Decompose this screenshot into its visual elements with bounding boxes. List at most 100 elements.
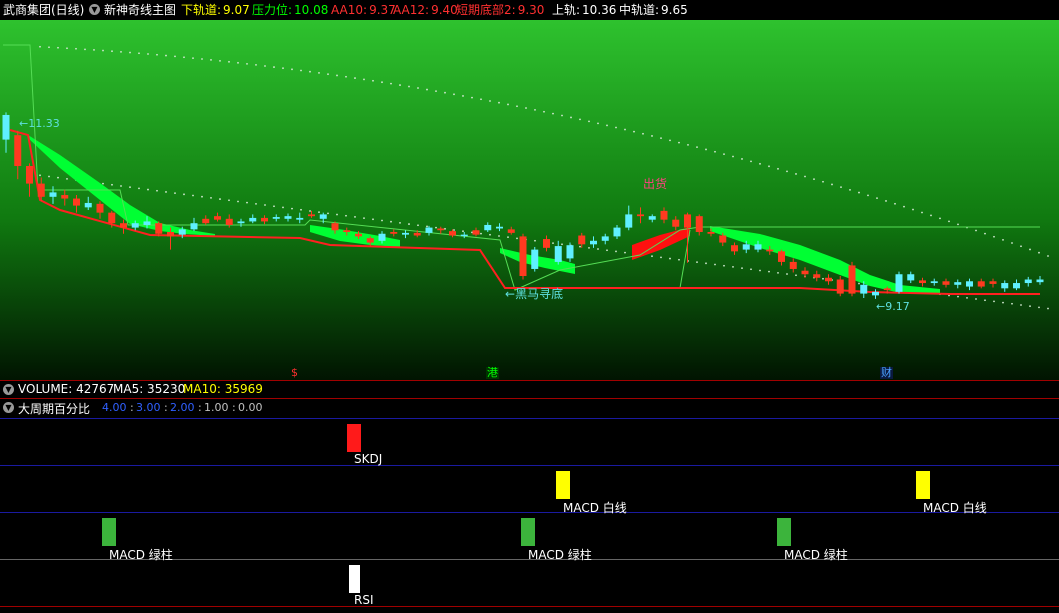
- candle-body: [507, 229, 515, 233]
- band-dot: [390, 220, 392, 223]
- band-dot: [75, 47, 77, 50]
- band-dot: [129, 186, 131, 189]
- band-dot: [498, 101, 500, 104]
- band-dot: [885, 200, 887, 202]
- signal-label-macd-green: MACD 绿柱: [109, 548, 173, 562]
- band-dot: [669, 257, 671, 260]
- chevron-down-icon[interactable]: ▼: [3, 384, 14, 395]
- band-dot: [552, 112, 554, 115]
- candle-body: [425, 227, 433, 233]
- band-dot: [696, 261, 698, 264]
- band-dot: [534, 108, 536, 111]
- candle-body: [731, 245, 738, 252]
- band-dot: [417, 87, 419, 89]
- candle-body: [648, 216, 656, 220]
- candle-body: [249, 217, 257, 222]
- band-dot: [300, 208, 302, 211]
- band-dot: [750, 268, 752, 271]
- band-dot: [858, 282, 860, 285]
- band-dot: [156, 53, 158, 56]
- band-dot: [120, 185, 122, 187]
- candle-body: [84, 202, 92, 208]
- candle-body: [96, 203, 104, 213]
- candle-body: [578, 235, 586, 245]
- band-dot: [111, 183, 113, 186]
- header-item-resistance: 压力位: 10.08: [252, 3, 328, 17]
- band-dot: [867, 194, 869, 197]
- candle-body: [1013, 283, 1020, 289]
- candle-body: [484, 224, 492, 231]
- percent-panel-header: ▼ 大周期百分比 4.00 : 3.00 : 2.00 : 1.00 : 0.0…: [0, 399, 1059, 416]
- candle-body: [554, 246, 562, 262]
- candle-body: [543, 239, 550, 248]
- scale-sep: :: [164, 401, 168, 414]
- candle-body: [977, 281, 985, 287]
- candle-body: [73, 198, 80, 206]
- candle-body: [202, 218, 210, 224]
- header-item-label: 上轨:: [552, 3, 581, 17]
- candle-body: [989, 281, 997, 284]
- scale-4: 4.00: [102, 401, 127, 414]
- candle-body: [707, 232, 715, 234]
- signal-bar-skdj: [347, 424, 361, 452]
- header-item-value: 9.07: [223, 3, 250, 17]
- band-dot: [705, 262, 707, 265]
- band-dot: [579, 245, 581, 248]
- candle-body: [813, 274, 821, 278]
- chevron-down-icon[interactable]: ▼: [89, 4, 100, 15]
- band-dot: [219, 198, 221, 200]
- band-dot: [372, 79, 374, 82]
- header-item-upper-band: 上轨: 10.36: [552, 3, 616, 17]
- panel-bottom: [0, 606, 1059, 607]
- band-dot: [381, 81, 383, 84]
- band-dot: [597, 122, 599, 125]
- band-dot: [228, 60, 230, 63]
- signal-bar-macd-green: [777, 518, 791, 546]
- band-dot: [345, 75, 347, 78]
- band-dot: [381, 219, 383, 222]
- candle-body: [214, 216, 221, 220]
- band-dot: [1038, 306, 1040, 309]
- band-dot: [57, 176, 59, 179]
- chevron-down-icon[interactable]: ▼: [3, 402, 14, 413]
- band-dot: [309, 210, 311, 212]
- band-dot: [750, 160, 752, 163]
- band-dot: [228, 199, 230, 202]
- header-item-middle-band: 中轨道: 9.65: [619, 3, 688, 17]
- band-dot: [705, 148, 707, 151]
- band-dot: [408, 85, 410, 88]
- band-dot: [192, 57, 194, 60]
- band-dot: [354, 77, 356, 79]
- event-marker-hk[interactable]: 港: [486, 367, 499, 379]
- band-dot: [327, 73, 329, 76]
- band-dot: [1002, 238, 1004, 241]
- band-dot: [309, 70, 311, 73]
- header-item-label: AA10:: [331, 3, 368, 17]
- band-dot: [714, 150, 716, 153]
- candle-body: [26, 166, 33, 184]
- candle-body: [167, 232, 174, 237]
- row-line: [0, 465, 1059, 466]
- main-price-chart[interactable]: ←11.33 ←9.17 出货 ←黑马寻底: [0, 20, 1059, 380]
- event-marker-dollar[interactable]: $: [290, 367, 299, 379]
- band-dot: [957, 295, 959, 298]
- band-dot: [741, 267, 743, 269]
- percent-panel-title: 大周期百分比: [18, 402, 91, 416]
- band-dot: [336, 213, 338, 216]
- candle-body: [378, 233, 386, 241]
- indicator-name[interactable]: 新神奇线主图: [104, 3, 176, 17]
- candle-body: [37, 183, 45, 197]
- band-dot: [948, 220, 950, 223]
- candle-body: [366, 238, 374, 243]
- band-dot: [102, 49, 104, 52]
- header-item-label: AA12:: [393, 3, 430, 17]
- candle-body: [343, 230, 351, 232]
- candle-body: [836, 279, 844, 294]
- event-marker-finance[interactable]: 财: [880, 367, 893, 379]
- header-item-short-bottom: 短期底部2: 9.30: [456, 3, 544, 17]
- band-dot: [606, 249, 608, 252]
- candle-body: [695, 216, 703, 232]
- low-price-label: ←9.17: [876, 300, 910, 313]
- band-dot: [219, 59, 221, 62]
- header-item-value: 9.37: [369, 3, 396, 17]
